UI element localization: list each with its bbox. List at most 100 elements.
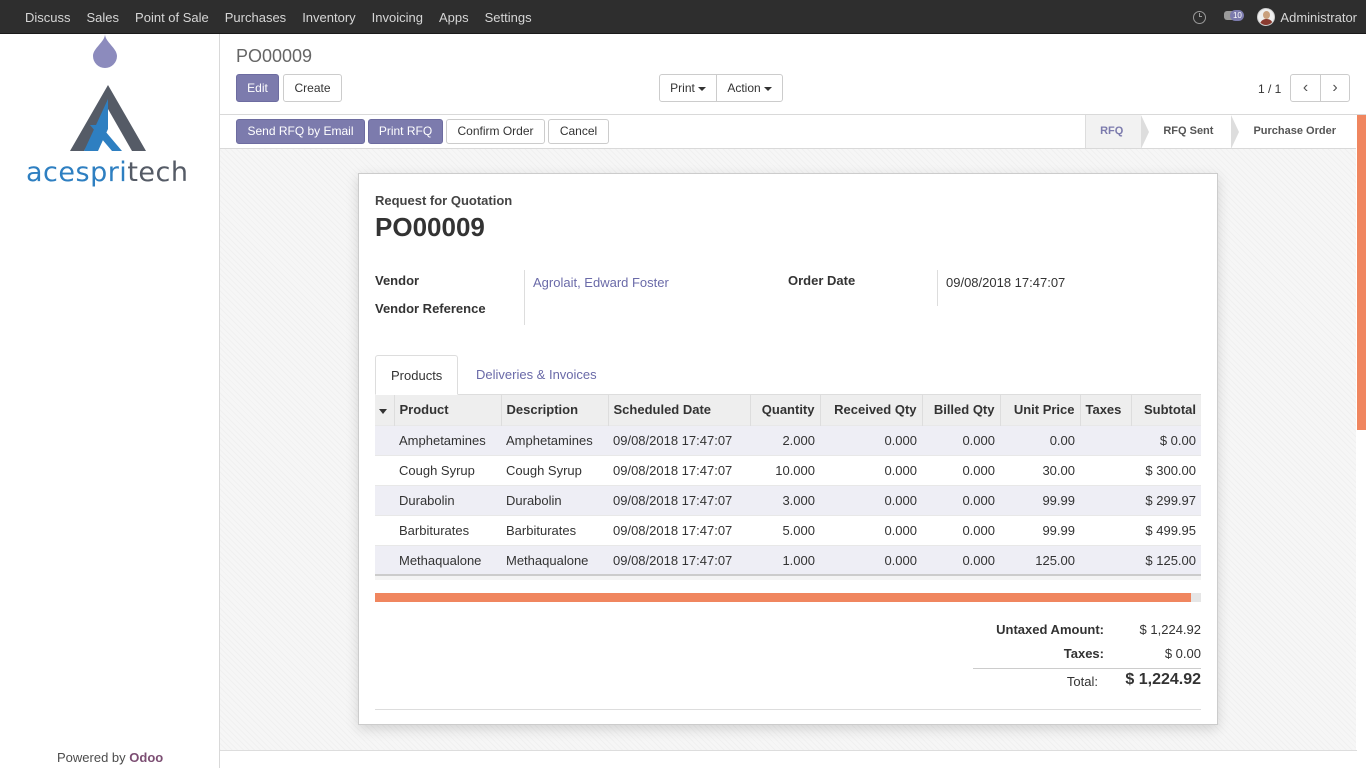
sheet-divider: [375, 709, 1201, 710]
create-button[interactable]: Create: [283, 74, 342, 102]
pager-next-button[interactable]: ›: [1320, 74, 1350, 102]
menu-invoicing[interactable]: Invoicing: [372, 10, 423, 25]
odoo-link[interactable]: Odoo: [129, 750, 163, 765]
cell-quantity[interactable]: 2.000: [750, 424, 820, 455]
cell-scheduled-date[interactable]: 09/08/2018 17:47:07: [608, 544, 750, 575]
cell-received-qty[interactable]: 0.000: [820, 514, 922, 545]
top-navbar: Discuss Sales Point of Sale Purchases In…: [0, 0, 1366, 34]
col-scheduled-date[interactable]: Scheduled Date: [608, 395, 751, 425]
sort-column-toggle[interactable]: [375, 395, 395, 425]
cell-unit-price[interactable]: 0.00: [1000, 424, 1080, 455]
table-row[interactable]: Methaqualone Methaqualone 09/08/2018 17:…: [375, 544, 1201, 575]
print-rfq-button[interactable]: Print RFQ: [368, 119, 443, 144]
table-row[interactable]: Barbiturates Barbiturates 09/08/2018 17:…: [375, 514, 1201, 545]
cell-quantity[interactable]: 10.000: [750, 454, 820, 485]
cell-billed-qty[interactable]: 0.000: [922, 424, 1000, 455]
cell-billed-qty[interactable]: 0.000: [922, 484, 1000, 515]
cancel-button[interactable]: Cancel: [548, 119, 609, 144]
cell-product[interactable]: Amphetamines: [394, 424, 501, 455]
menu-apps[interactable]: Apps: [439, 10, 469, 25]
table-header-row: Product Description Scheduled Date Quant…: [375, 395, 1201, 425]
col-product[interactable]: Product: [394, 395, 502, 425]
cell-scheduled-date[interactable]: 09/08/2018 17:47:07: [608, 454, 750, 485]
col-billed-qty[interactable]: Billed Qty: [922, 395, 1001, 425]
user-avatar[interactable]: [1257, 8, 1276, 26]
cell-billed-qty[interactable]: 0.000: [922, 454, 1000, 485]
status-rfq-sent[interactable]: RFQ Sent: [1141, 115, 1240, 149]
cell-product[interactable]: Methaqualone: [394, 544, 501, 575]
form-header: Send RFQ by Email Print RFQ Confirm Orde…: [220, 115, 1366, 149]
cell-received-qty[interactable]: 0.000: [820, 454, 922, 485]
cell-scheduled-date[interactable]: 09/08/2018 17:47:07: [608, 424, 750, 455]
order-date-field[interactable]: 09/08/2018 17:47:07: [946, 275, 1065, 290]
user-menu[interactable]: Administrator: [1280, 10, 1357, 25]
cell-product[interactable]: Durabolin: [394, 484, 501, 515]
edit-button[interactable]: Edit: [236, 74, 279, 102]
cell-received-qty[interactable]: 0.000: [820, 544, 922, 575]
col-received-qty[interactable]: Received Qty: [820, 395, 923, 425]
tab-deliveries-invoices[interactable]: Deliveries & Invoices: [461, 355, 612, 395]
cell-quantity[interactable]: 1.000: [750, 544, 820, 575]
cell-quantity[interactable]: 3.000: [750, 484, 820, 515]
cell-unit-price[interactable]: 99.99: [1000, 514, 1080, 545]
cell-description[interactable]: Amphetamines: [501, 424, 608, 455]
cell-description[interactable]: Methaqualone: [501, 544, 608, 575]
menu-sales[interactable]: Sales: [87, 10, 120, 25]
status-rfq[interactable]: RFQ: [1085, 115, 1150, 149]
menu-settings[interactable]: Settings: [485, 10, 532, 25]
tab-products[interactable]: Products: [375, 355, 459, 395]
cell-product[interactable]: Barbiturates: [394, 514, 501, 545]
table-row[interactable]: Durabolin Durabolin 09/08/2018 17:47:07 …: [375, 484, 1201, 515]
horizontal-scrollbar-thumb[interactable]: [375, 593, 1191, 602]
cell-quantity[interactable]: 5.000: [750, 514, 820, 545]
col-subtotal[interactable]: Subtotal: [1131, 395, 1201, 425]
menu-purchases[interactable]: Purchases: [225, 10, 286, 25]
status-purchase-order[interactable]: Purchase Order: [1231, 115, 1354, 148]
horizontal-scrollbar[interactable]: [375, 593, 1201, 602]
confirm-order-button[interactable]: Confirm Order: [446, 119, 545, 144]
activity-clock-icon[interactable]: [1193, 10, 1207, 24]
cell-taxes[interactable]: [1080, 544, 1131, 575]
cell-description[interactable]: Barbiturates: [501, 514, 608, 545]
action-dropdown[interactable]: Action: [716, 74, 783, 102]
cell-taxes[interactable]: [1080, 424, 1131, 455]
messages-button[interactable]: 10: [1224, 10, 1246, 24]
col-unit-price[interactable]: Unit Price: [1000, 395, 1081, 425]
cell-unit-price[interactable]: 99.99: [1000, 484, 1080, 515]
untaxed-amount-value: $ 1,224.92: [1139, 622, 1201, 637]
cell-taxes[interactable]: [1080, 454, 1131, 485]
table-row[interactable]: Amphetamines Amphetamines 09/08/2018 17:…: [375, 424, 1201, 455]
vendor-field[interactable]: Agrolait, Edward Foster: [533, 275, 669, 290]
col-taxes[interactable]: Taxes: [1080, 395, 1132, 425]
cell-received-qty[interactable]: 0.000: [820, 484, 922, 515]
cell-taxes[interactable]: [1080, 484, 1131, 515]
cell-unit-price[interactable]: 30.00: [1000, 454, 1080, 485]
pager-value[interactable]: 1 / 1: [1258, 82, 1281, 96]
col-quantity[interactable]: Quantity: [750, 395, 821, 425]
send-rfq-button[interactable]: Send RFQ by Email: [236, 119, 365, 144]
cell-received-qty[interactable]: 0.000: [820, 424, 922, 455]
sidebar: acespritech Powered by Odoo: [0, 34, 220, 768]
control-panel: PO00009 Edit Create Print Action 1 / 1 ‹…: [220, 34, 1366, 115]
document-title: PO00009: [375, 212, 485, 242]
pager-previous-button[interactable]: ‹: [1290, 74, 1321, 102]
col-description[interactable]: Description: [501, 395, 609, 425]
vertical-scrollbar-thumb[interactable]: [1357, 115, 1366, 430]
cell-product[interactable]: Cough Syrup: [394, 454, 501, 485]
cell-scheduled-date[interactable]: 09/08/2018 17:47:07: [608, 514, 750, 545]
cell-billed-qty[interactable]: 0.000: [922, 544, 1000, 575]
menu-discuss[interactable]: Discuss: [25, 10, 71, 25]
cell-description[interactable]: Cough Syrup: [501, 454, 608, 485]
cell-description[interactable]: Durabolin: [501, 484, 608, 515]
print-dropdown[interactable]: Print: [659, 74, 717, 102]
cell-billed-qty[interactable]: 0.000: [922, 514, 1000, 545]
cell-unit-price[interactable]: 125.00: [1000, 544, 1080, 575]
cell-taxes[interactable]: [1080, 514, 1131, 545]
document-type-label: Request for Quotation: [375, 193, 513, 208]
table-row[interactable]: Cough Syrup Cough Syrup 09/08/2018 17:47…: [375, 454, 1201, 485]
menu-point-of-sale[interactable]: Point of Sale: [135, 10, 209, 25]
cell-scheduled-date[interactable]: 09/08/2018 17:47:07: [608, 484, 750, 515]
messages-count-badge: 10: [1230, 10, 1245, 21]
menu-inventory[interactable]: Inventory: [302, 10, 355, 25]
order-date-label: Order Date: [788, 273, 856, 288]
